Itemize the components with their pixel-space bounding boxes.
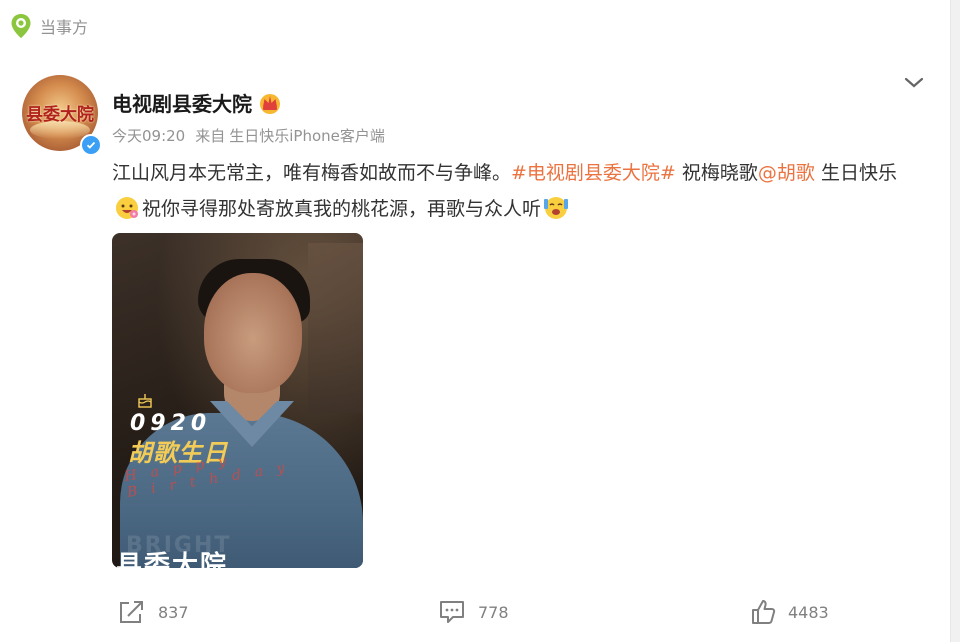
action-bar: 837 778 4483: [0, 596, 951, 628]
post-text-2: 祝梅晓歌: [675, 162, 758, 184]
post-meta: 今天09:20 来自 生日快乐iPhone客户端: [112, 125, 385, 146]
comment-button[interactable]: 778: [438, 596, 509, 628]
like-count: 4483: [788, 602, 829, 622]
post-image[interactable]: BRIGHT 0920 胡歌生日 Happy Birthday 县委大院: [112, 233, 363, 568]
image-wall-panel: [308, 243, 363, 413]
post-text-1: 江山风月本无常主，唯有梅香如故而不与争峰。: [112, 162, 512, 184]
post-text-3: 生日快乐: [814, 162, 897, 184]
scrollbar[interactable]: [950, 0, 960, 642]
like-icon: [752, 600, 776, 624]
mention-link[interactable]: @胡歌: [758, 162, 815, 184]
share-icon: [120, 601, 143, 623]
post-text-4: 祝你寻得那处寄放真我的桃花源，再歌与众人听: [142, 198, 542, 220]
cheer-emoji: [543, 195, 569, 221]
author-row: 电视剧县委大院: [112, 88, 282, 117]
image-show-title: 县委大院: [116, 551, 229, 568]
image-head: [204, 273, 302, 393]
verified-icon: [80, 134, 102, 156]
party-label: 当事方: [40, 18, 89, 37]
comment-count: 778: [478, 602, 509, 622]
laugh-flower-emoji: [114, 195, 140, 221]
like-button[interactable]: 4483: [750, 596, 829, 628]
share-count: 837: [158, 602, 189, 622]
cake-icon: [136, 391, 154, 409]
share-button[interactable]: 837: [118, 596, 189, 628]
post-text: 江山风月本无常主，唯有梅香如故而不与争峰。#电视剧县委大院# 祝梅晓歌@胡歌 生…: [112, 155, 912, 227]
crown-badge-icon[interactable]: [258, 91, 282, 115]
party-indicator: 当事方: [10, 10, 88, 42]
location-pin-icon: [10, 13, 32, 39]
chevron-down-icon[interactable]: [902, 70, 926, 94]
comment-icon: [440, 601, 464, 623]
post-source[interactable]: 生日快乐iPhone客户端: [229, 125, 385, 146]
author-name[interactable]: 电视剧县委大院: [112, 88, 252, 117]
hashtag-link[interactable]: #电视剧县委大院#: [511, 162, 676, 184]
avatar-text: 县委大院: [26, 105, 94, 125]
post-time[interactable]: 今天09:20: [112, 125, 185, 146]
source-prefix: 来自: [195, 127, 226, 145]
